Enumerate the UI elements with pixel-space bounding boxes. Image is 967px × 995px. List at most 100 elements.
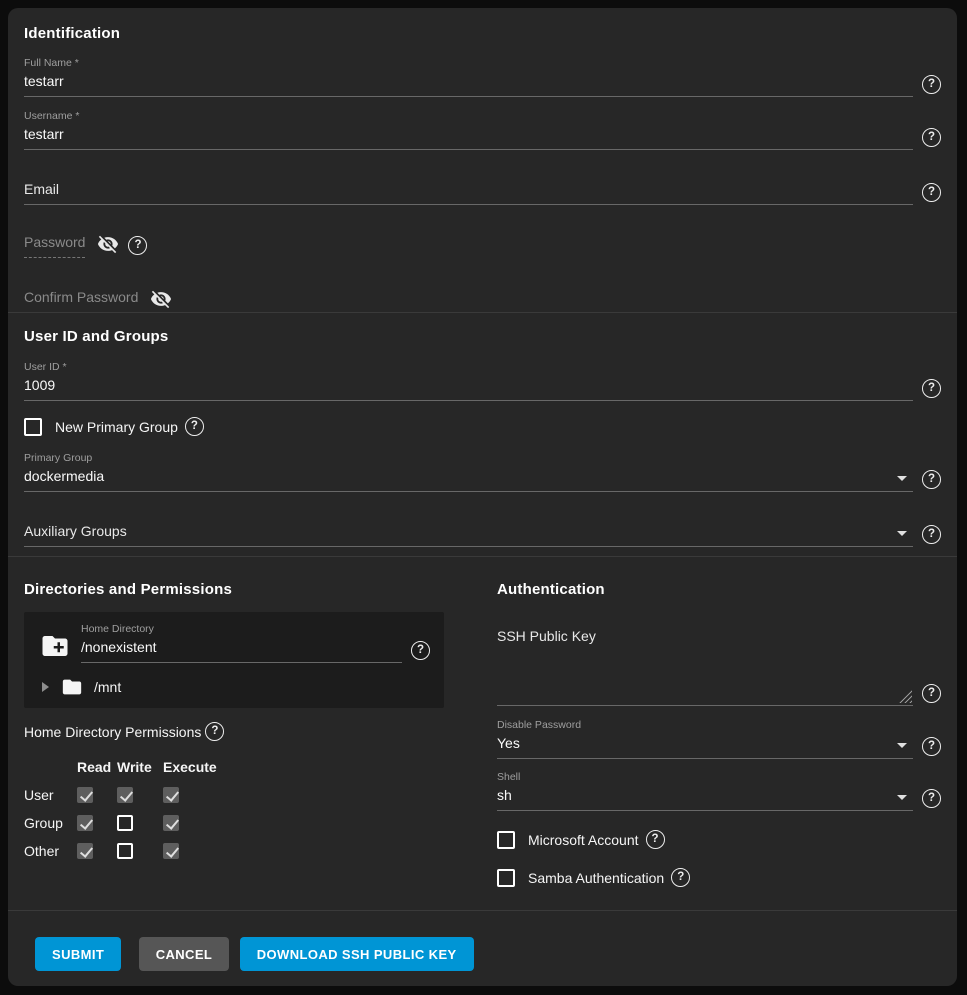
disable-password-help-icon[interactable]: ? bbox=[922, 737, 941, 756]
disable-password-label: Disable Password bbox=[497, 719, 913, 732]
perm-group-read-checkbox[interactable] bbox=[77, 815, 93, 831]
primary-group-value[interactable]: dockermedia bbox=[24, 465, 913, 492]
primary-group-label: Primary Group bbox=[24, 452, 913, 465]
full-name-input[interactable]: testarr bbox=[24, 70, 913, 97]
home-directory-input[interactable]: /nonexistent bbox=[81, 636, 402, 663]
user-id-field[interactable]: User ID * 1009 bbox=[24, 361, 913, 401]
confirm-password-visibility-toggle[interactable] bbox=[150, 288, 172, 310]
user-form-card: Identification Full Name * testarr ? Use… bbox=[8, 8, 957, 986]
chevron-down-icon[interactable] bbox=[897, 531, 907, 536]
chevron-down-icon[interactable] bbox=[897, 476, 907, 481]
section-title-identification: Identification bbox=[24, 25, 941, 42]
perm-user-execute-checkbox[interactable] bbox=[163, 787, 179, 803]
home-directory-help-icon[interactable]: ? bbox=[411, 641, 430, 660]
home-directory-permissions-help-icon[interactable]: ? bbox=[205, 722, 224, 741]
tree-node-label: /mnt bbox=[94, 679, 121, 695]
perm-group-execute-checkbox[interactable] bbox=[163, 815, 179, 831]
home-directory-permissions-row: Home Directory Permissions ? bbox=[24, 722, 460, 741]
submit-button[interactable]: SUBMIT bbox=[35, 937, 121, 971]
visibility-off-icon bbox=[150, 297, 172, 312]
ssh-public-key-textarea[interactable] bbox=[497, 644, 913, 706]
create-folder-icon[interactable] bbox=[38, 631, 72, 661]
directories-column: Directories and Permissions Home Directo… bbox=[8, 557, 480, 910]
download-ssh-public-key-button[interactable]: DOWNLOAD SSH PUBLIC KEY bbox=[240, 937, 474, 971]
ssh-public-key-row: ? bbox=[497, 644, 941, 706]
perm-row-other-label: Other bbox=[24, 843, 77, 859]
home-directory-panel: Home Directory /nonexistent ? /mnt bbox=[24, 612, 444, 708]
perm-group-write-checkbox[interactable] bbox=[117, 815, 133, 831]
expand-arrow-icon[interactable] bbox=[42, 682, 49, 692]
perm-other-write-checkbox[interactable] bbox=[117, 843, 133, 859]
perm-col-execute: Execute bbox=[163, 759, 223, 775]
perm-row-user-label: User bbox=[24, 787, 77, 803]
samba-authentication-help-icon[interactable]: ? bbox=[671, 868, 690, 887]
full-name-row: Full Name * testarr ? bbox=[24, 57, 941, 97]
confirm-password-row: Confirm Password bbox=[24, 286, 941, 312]
perm-other-execute-checkbox[interactable] bbox=[163, 843, 179, 859]
shell-value[interactable]: sh bbox=[497, 784, 913, 811]
home-directory-permissions-label: Home Directory Permissions bbox=[24, 724, 201, 740]
perm-row-group-label: Group bbox=[24, 815, 77, 831]
samba-authentication-label: Samba Authentication bbox=[528, 870, 664, 886]
samba-authentication-row: Samba Authentication ? bbox=[497, 868, 941, 887]
primary-group-help-icon[interactable]: ? bbox=[922, 470, 941, 489]
user-id-label: User ID * bbox=[24, 361, 913, 374]
new-primary-group-help-icon[interactable]: ? bbox=[185, 417, 204, 436]
perm-user-write-checkbox[interactable] bbox=[117, 787, 133, 803]
chevron-down-icon[interactable] bbox=[897, 795, 907, 800]
new-primary-group-checkbox[interactable] bbox=[24, 418, 42, 436]
home-directory-field[interactable]: Home Directory /nonexistent bbox=[81, 623, 402, 663]
username-label: Username * bbox=[24, 110, 913, 123]
username-input[interactable]: testarr bbox=[24, 123, 913, 150]
form-actions: SUBMIT CANCEL DOWNLOAD SSH PUBLIC KEY bbox=[8, 910, 957, 986]
disable-password-select[interactable]: Disable Password Yes bbox=[497, 719, 913, 759]
full-name-field[interactable]: Full Name * testarr bbox=[24, 57, 913, 97]
perm-col-read: Read bbox=[77, 759, 117, 775]
ssh-public-key-label: SSH Public Key bbox=[497, 628, 941, 644]
disable-password-value[interactable]: Yes bbox=[497, 732, 913, 759]
microsoft-account-label: Microsoft Account bbox=[528, 832, 639, 848]
user-id-input[interactable]: 1009 bbox=[24, 374, 913, 401]
resize-handle-icon[interactable] bbox=[899, 690, 912, 703]
microsoft-account-row: Microsoft Account ? bbox=[497, 830, 941, 849]
chevron-down-icon[interactable] bbox=[897, 743, 907, 748]
password-row: Password ? bbox=[24, 231, 941, 258]
ssh-public-key-help-icon[interactable]: ? bbox=[922, 684, 941, 703]
confirm-password-input[interactable]: Confirm Password bbox=[24, 286, 138, 312]
shell-row: Shell sh ? bbox=[497, 771, 941, 811]
username-help-icon[interactable]: ? bbox=[922, 128, 941, 147]
section-identification: Identification Full Name * testarr ? Use… bbox=[8, 8, 957, 312]
microsoft-account-checkbox[interactable] bbox=[497, 831, 515, 849]
auxiliary-groups-help-icon[interactable]: ? bbox=[922, 525, 941, 544]
primary-group-row: Primary Group dockermedia ? bbox=[24, 452, 941, 492]
user-id-row: User ID * 1009 ? bbox=[24, 361, 941, 401]
email-help-icon[interactable]: ? bbox=[922, 183, 941, 202]
email-field[interactable]: Email bbox=[24, 178, 913, 205]
auxiliary-groups-row: Auxiliary Groups ? bbox=[24, 520, 941, 547]
auxiliary-groups-value[interactable]: Auxiliary Groups bbox=[24, 520, 913, 547]
perm-user-read-checkbox[interactable] bbox=[77, 787, 93, 803]
user-id-help-icon[interactable]: ? bbox=[922, 379, 941, 398]
password-help-icon[interactable]: ? bbox=[128, 236, 147, 255]
section-directories-authentication: Directories and Permissions Home Directo… bbox=[8, 556, 957, 910]
disable-password-row: Disable Password Yes ? bbox=[497, 719, 941, 759]
microsoft-account-help-icon[interactable]: ? bbox=[646, 830, 665, 849]
samba-authentication-checkbox[interactable] bbox=[497, 869, 515, 887]
tree-node-mnt[interactable]: /mnt bbox=[38, 676, 430, 698]
section-user-id-groups: User ID and Groups User ID * 1009 ? New … bbox=[8, 312, 957, 556]
full-name-help-icon[interactable]: ? bbox=[922, 75, 941, 94]
cancel-button[interactable]: CANCEL bbox=[139, 937, 230, 971]
email-row: Email ? bbox=[24, 178, 941, 205]
visibility-off-icon bbox=[97, 242, 119, 259]
password-field[interactable]: Password bbox=[24, 231, 85, 258]
primary-group-select[interactable]: Primary Group dockermedia bbox=[24, 452, 913, 492]
auxiliary-groups-select[interactable]: Auxiliary Groups bbox=[24, 520, 913, 547]
password-input[interactable]: Password bbox=[24, 231, 85, 258]
perm-other-read-checkbox[interactable] bbox=[77, 843, 93, 859]
password-visibility-toggle[interactable] bbox=[97, 233, 119, 255]
shell-select[interactable]: Shell sh bbox=[497, 771, 913, 811]
shell-help-icon[interactable]: ? bbox=[922, 789, 941, 808]
email-input[interactable]: Email bbox=[24, 178, 913, 205]
username-field[interactable]: Username * testarr bbox=[24, 110, 913, 150]
confirm-password-field[interactable]: Confirm Password bbox=[24, 286, 138, 312]
